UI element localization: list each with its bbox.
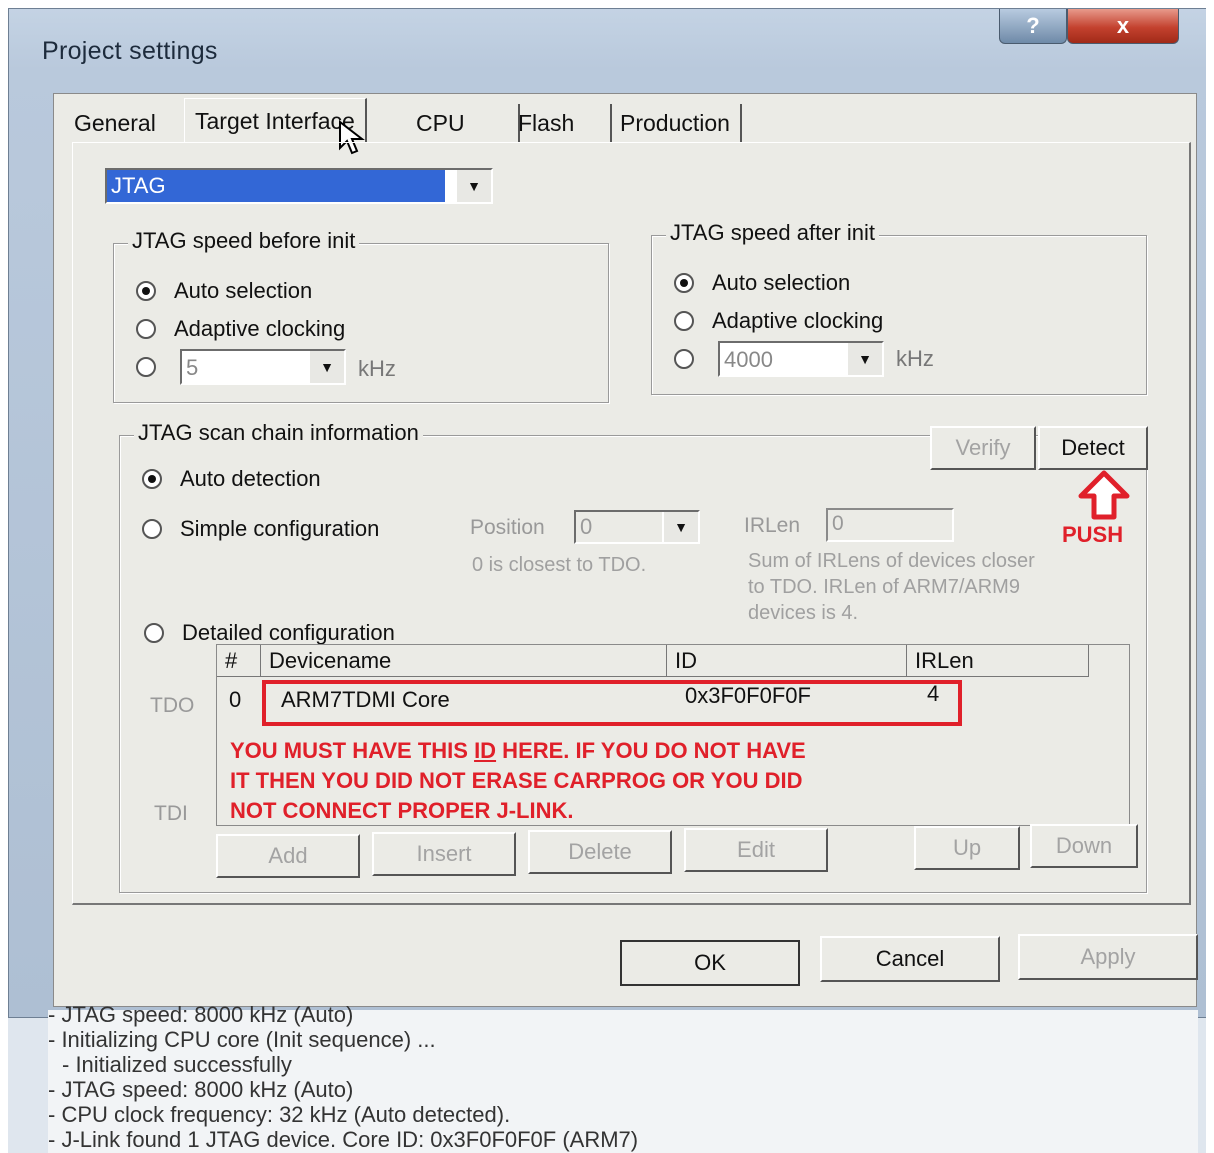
speed-before-adaptive-radio[interactable]: Adaptive clocking (136, 316, 345, 342)
interface-select-value: JTAG (107, 170, 445, 202)
radio-selected-icon (674, 273, 694, 293)
position-select[interactable]: 0 ▼ (574, 510, 700, 544)
auto-detection-label: Auto detection (180, 466, 321, 491)
speed-before-group: JTAG speed before init Auto selection Ad… (113, 228, 609, 403)
add-button[interactable]: Add (216, 834, 360, 878)
interface-select[interactable]: JTAG ▼ (105, 168, 493, 204)
log-line: - Initializing CPU core (Init sequence) … (48, 1027, 436, 1052)
col-header-num[interactable]: # (217, 645, 261, 677)
tab-general[interactable]: General (64, 104, 166, 142)
simple-config-radio[interactable]: Simple configuration (142, 516, 379, 542)
tdi-label: TDI (154, 802, 188, 825)
apply-button[interactable]: Apply (1018, 934, 1198, 980)
cell-num: 0 (229, 687, 242, 712)
simple-config-label: Simple configuration (180, 516, 380, 541)
chevron-down-icon[interactable]: ▼ (846, 343, 882, 375)
log-pane: - JTAG speed: 8000 kHz (Auto) - Initiali… (48, 1002, 1198, 1153)
screen: Project settings ? x General Target Inte… (8, 8, 1206, 1153)
warning-line-1: YOU MUST HAVE THIS ID HERE. IF YOU DO NO… (230, 738, 806, 763)
speed-after-khz-radio[interactable] (674, 349, 712, 369)
delete-button[interactable]: Delete (528, 830, 672, 874)
irlen-label: IRLen (744, 514, 801, 537)
up-button[interactable]: Up (914, 826, 1020, 870)
speed-after-adaptive-radio[interactable]: Adaptive clocking (674, 308, 883, 334)
push-arrow-icon (1078, 470, 1130, 520)
speed-before-khz-value: 5 (186, 355, 199, 380)
down-button[interactable]: Down (1030, 824, 1138, 868)
auto-detection-radio[interactable]: Auto detection (142, 466, 321, 492)
verify-button[interactable]: Verify (930, 426, 1036, 470)
speed-after-unit: kHz (896, 346, 934, 371)
speed-before-auto-label: Auto selection (174, 278, 313, 303)
position-hint: 0 is closest to TDO. (472, 554, 647, 576)
project-settings-window: Project settings ? x General Target Inte… (8, 8, 1206, 1018)
speed-before-khz-radio[interactable] (136, 357, 174, 377)
col-header-id[interactable]: ID (667, 645, 907, 677)
speed-after-auto-radio[interactable]: Auto selection (674, 270, 850, 296)
irlen-hint-3: devices is 4. (748, 602, 859, 624)
detect-button[interactable]: Detect (1038, 426, 1148, 470)
target-interface-panel: JTAG ▼ JTAG speed before init Auto selec… (72, 142, 1191, 905)
chevron-down-icon[interactable]: ▼ (662, 512, 698, 542)
speed-after-adaptive-label: Adaptive clocking (712, 308, 884, 333)
radio-selected-icon (142, 469, 162, 489)
speed-before-adaptive-label: Adaptive clocking (174, 316, 346, 341)
radio-unselected-icon (674, 349, 694, 369)
radio-selected-icon (136, 281, 156, 301)
position-label: Position (470, 516, 545, 539)
position-value: 0 (580, 514, 593, 539)
detailed-config-radio[interactable]: Detailed configuration (144, 620, 395, 646)
speed-before-auto-radio[interactable]: Auto selection (136, 278, 312, 304)
push-label: PUSH (1062, 522, 1124, 547)
scan-chain-legend: JTAG scan chain information (134, 420, 423, 446)
log-line: - JTAG speed: 8000 kHz (Auto) (48, 1077, 354, 1102)
irlen-hint-2: to TDO. IRLen of ARM7/ARM9 (748, 576, 1020, 598)
speed-after-khz-select[interactable]: 4000 ▼ (718, 341, 884, 377)
ok-button[interactable]: OK (620, 940, 800, 986)
radio-unselected-icon (142, 519, 162, 539)
log-line: - Initialized successfully (62, 1052, 292, 1077)
speed-after-group: JTAG speed after init Auto selection Ada… (651, 220, 1147, 395)
tab-production[interactable]: Production (610, 104, 742, 142)
log-line: - J-Link found 1 JTAG device. Core ID: 0… (48, 1127, 639, 1152)
dialog-client: General Target Interface CPU Flash Produ… (53, 93, 1198, 1007)
warning-line-3: NOT CONNECT PROPER J-LINK. (230, 798, 574, 823)
chevron-down-icon[interactable]: ▼ (308, 351, 344, 383)
chevron-down-icon[interactable]: ▼ (455, 170, 491, 202)
detailed-config-label: Detailed configuration (182, 620, 395, 645)
irlen-hint-1: Sum of IRLens of devices closer (748, 550, 1035, 572)
help-button[interactable]: ? (999, 9, 1067, 44)
insert-button[interactable]: Insert (372, 832, 516, 876)
speed-after-legend: JTAG speed after init (666, 220, 880, 246)
col-header-devicename[interactable]: Devicename (261, 645, 667, 677)
window-title: Project settings (42, 37, 218, 65)
tdo-label: TDO (150, 694, 195, 717)
speed-before-unit: kHz (358, 356, 396, 381)
log-line: - CPU clock frequency: 32 kHz (Auto dete… (48, 1102, 511, 1127)
speed-before-khz-select[interactable]: 5 ▼ (180, 349, 346, 385)
cancel-button[interactable]: Cancel (820, 936, 1000, 982)
col-header-irlen[interactable]: IRLen (907, 645, 1089, 677)
speed-after-auto-label: Auto selection (712, 270, 851, 295)
speed-before-legend: JTAG speed before init (128, 228, 360, 254)
scan-chain-group: JTAG scan chain information Verify Detec… (119, 420, 1148, 893)
speed-after-khz-value: 4000 (724, 347, 773, 372)
tab-cpu[interactable]: CPU (406, 104, 520, 142)
close-button[interactable]: x (1067, 9, 1179, 44)
tab-flash[interactable]: Flash (508, 104, 612, 142)
log-line: - JTAG speed: 8000 kHz (Auto) (48, 1002, 354, 1027)
radio-unselected-icon (144, 623, 164, 643)
irlen-input[interactable]: 0 (826, 508, 954, 542)
radio-unselected-icon (136, 319, 156, 339)
warning-line-2: IT THEN YOU DID NOT ERASE CARPROG OR YOU… (230, 768, 803, 793)
edit-button[interactable]: Edit (684, 828, 828, 872)
warning-note: YOU MUST HAVE THIS ID HERE. IF YOU DO NO… (230, 736, 1050, 826)
id-highlight-box (262, 680, 962, 726)
radio-unselected-icon (136, 357, 156, 377)
radio-unselected-icon (674, 311, 694, 331)
